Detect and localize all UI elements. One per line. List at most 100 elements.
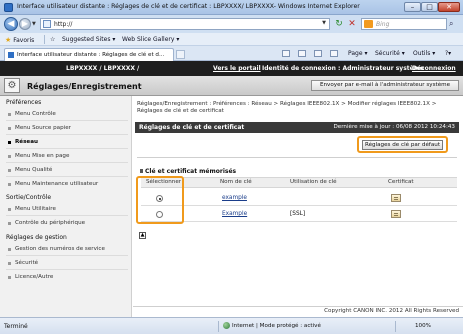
certificate-icon-row-1[interactable] bbox=[391, 194, 401, 202]
sidebar-item-menu-maintenance[interactable]: Menu Maintenance utilisateur bbox=[8, 181, 132, 187]
page-viewport: LBPXXXX / LBPXXXX / Vers le portail Iden… bbox=[0, 61, 463, 317]
sidebar-item-controle-peripherique[interactable]: Contrôle du périphérique bbox=[8, 220, 132, 226]
ie-app-icon bbox=[4, 3, 13, 12]
home-icon[interactable] bbox=[282, 50, 290, 57]
key-usage-row-2: [SSL] bbox=[290, 211, 306, 217]
divider bbox=[6, 176, 128, 177]
print-icon[interactable] bbox=[330, 50, 338, 57]
settings-icon: ⚙ bbox=[4, 78, 20, 93]
sidebar-item-securite[interactable]: Sécurité bbox=[8, 260, 132, 266]
divider bbox=[6, 134, 128, 135]
back-to-top-icon[interactable]: ▲ bbox=[139, 232, 146, 239]
security-menu[interactable]: Sécurité ▾ bbox=[375, 50, 405, 57]
address-row: ◀ ▶ ▼ http:// ▼ ↻ ✕ Bing ⌕ bbox=[0, 15, 463, 33]
divider bbox=[141, 221, 457, 222]
section-title: Réglages/Enregistrement bbox=[27, 82, 142, 91]
separator bbox=[44, 35, 45, 44]
sidebar-group-preferences: Préférences bbox=[6, 99, 42, 106]
zoom-level[interactable]: 100% bbox=[415, 323, 431, 329]
search-icon[interactable]: ⌕ bbox=[449, 19, 453, 29]
page-title-bar: Réglages de clé et de certificat Dernièr… bbox=[135, 122, 459, 133]
status-text: Terminé bbox=[4, 323, 28, 330]
search-placeholder: Bing bbox=[376, 21, 390, 28]
forward-icon[interactable]: ▶ bbox=[19, 18, 31, 30]
divider bbox=[6, 269, 128, 270]
main-content: Réglages/Enregistrement : Préférences : … bbox=[133, 96, 463, 317]
refresh-icon[interactable]: ↻ bbox=[334, 19, 344, 29]
internet-zone-icon bbox=[223, 322, 230, 329]
top-header: LBPXXXX / LBPXXXX / Vers le portail Iden… bbox=[0, 61, 463, 76]
tab-favicon bbox=[8, 52, 14, 58]
favorites-label: Favoris bbox=[13, 37, 35, 44]
key-name-link-row-2[interactable]: Example bbox=[222, 211, 247, 217]
divider bbox=[6, 162, 128, 163]
close-button[interactable]: ✕ bbox=[438, 2, 460, 12]
browser-tab[interactable]: Interface utilisateur distante : Réglage… bbox=[4, 48, 174, 61]
divider bbox=[6, 255, 128, 256]
page-title: Réglages de clé et de certificat bbox=[139, 124, 245, 131]
sidebar-item-menu-source-papier[interactable]: Menu Source papier bbox=[8, 125, 132, 131]
page-menu[interactable]: Page ▾ bbox=[348, 50, 367, 57]
page-menu-label: Page bbox=[348, 50, 363, 57]
favorites-bar: ★ Favoris ☆ Suggested Sites ▾ Web Slice … bbox=[0, 33, 463, 46]
sidebar-item-menu-utilitaire[interactable]: Menu Utilitaire bbox=[8, 206, 132, 212]
divider bbox=[6, 215, 128, 216]
address-dropdown-icon[interactable]: ▼ bbox=[322, 20, 326, 26]
window-titlebar: Interface utilisateur distante : Réglage… bbox=[0, 0, 463, 15]
default-button-highlight: Réglages de clé par défaut bbox=[357, 136, 448, 153]
breadcrumb: Réglages/Enregistrement : Préférences : … bbox=[137, 101, 457, 116]
search-input[interactable]: Bing bbox=[361, 18, 447, 30]
select-column-highlight bbox=[136, 176, 184, 224]
tools-menu[interactable]: Outils ▾ bbox=[413, 50, 435, 57]
help-icon[interactable]: ?▾ bbox=[445, 50, 451, 57]
web-slice-label: Web Slice Gallery bbox=[122, 36, 175, 43]
maximize-button[interactable]: □ bbox=[421, 2, 438, 12]
last-update: Dernière mise à jour : 06/08 2012 10:24:… bbox=[333, 124, 455, 130]
divider bbox=[137, 157, 457, 158]
list-title: Clé et certificat mémorisés bbox=[139, 168, 237, 175]
history-dropdown-icon[interactable]: ▼ bbox=[32, 21, 36, 27]
address-field[interactable]: http:// ▼ bbox=[40, 18, 330, 30]
suggested-sites-link[interactable]: Suggested Sites ▾ bbox=[62, 36, 115, 43]
sidebar-item-reseau[interactable]: Réseau bbox=[8, 139, 132, 145]
address-url[interactable]: http:// bbox=[54, 21, 72, 28]
logout-link[interactable]: Déconnexion bbox=[412, 65, 456, 72]
sidebar-item-licence-autre[interactable]: Licence/Autre bbox=[8, 274, 132, 280]
login-info: Identité de connexion : Administrateur s… bbox=[262, 65, 425, 72]
sidebar-item-numeros-service[interactable]: Gestion des numéros de service bbox=[8, 246, 132, 252]
back-icon[interactable]: ◀ bbox=[4, 17, 18, 31]
web-slice-gallery-link[interactable]: Web Slice Gallery ▾ bbox=[122, 36, 179, 43]
portal-link[interactable]: Vers le portail bbox=[213, 65, 261, 72]
section-header: ⚙ Réglages/Enregistrement Envoyer par e-… bbox=[0, 76, 463, 96]
separator bbox=[218, 321, 219, 332]
column-header-certificate: Certificat bbox=[388, 179, 414, 185]
sidebar-item-menu-qualite[interactable]: Menu Qualité bbox=[8, 167, 132, 173]
sidebar-group-reglages-gestion: Réglages de gestion bbox=[6, 234, 67, 241]
breadcrumb-current: Réglages de clé et de certificat bbox=[137, 108, 224, 115]
new-tab-button[interactable] bbox=[176, 50, 185, 59]
email-admin-button[interactable]: Envoyer par e-mail à l'administrateur sy… bbox=[311, 80, 459, 91]
sidebar-item-menu-controle[interactable]: Menu Contrôle bbox=[8, 111, 132, 117]
favorites-button[interactable]: ★ Favoris bbox=[5, 36, 34, 44]
mail-icon[interactable] bbox=[314, 50, 322, 57]
column-header-key-usage: Utilisation de clé bbox=[290, 179, 337, 185]
sidebar-group-sortie-controle: Sortie/Contrôle bbox=[6, 194, 52, 201]
suggested-sites-label: Suggested Sites bbox=[62, 36, 111, 43]
default-key-settings-button[interactable]: Réglages de clé par défaut bbox=[362, 140, 443, 150]
page-icon bbox=[43, 20, 51, 28]
window-title: Interface utilisateur distante : Réglage… bbox=[17, 3, 360, 10]
feeds-icon[interactable] bbox=[298, 50, 306, 57]
divider bbox=[133, 306, 463, 307]
minimize-button[interactable]: – bbox=[404, 2, 421, 12]
security-zone: Internet | Mode protégé : activé bbox=[232, 323, 321, 329]
sidebar-item-menu-mise-en-page[interactable]: Menu Mise en page bbox=[8, 153, 132, 159]
tab-row: Interface utilisateur distante : Réglage… bbox=[0, 46, 463, 61]
stop-icon[interactable]: ✕ bbox=[347, 19, 357, 29]
product-name: LBPXXXX / LBPXXXX / bbox=[66, 65, 140, 72]
star-icon: ★ bbox=[5, 36, 12, 44]
status-bar: Terminé Internet | Mode protégé : activé… bbox=[0, 317, 463, 334]
certificate-icon-row-2[interactable] bbox=[391, 210, 401, 218]
add-favorite-icon[interactable]: ☆ bbox=[50, 36, 55, 43]
sidebar: Préférences Menu Contrôle Menu Source pa… bbox=[0, 96, 132, 317]
key-name-link-row-1[interactable]: example bbox=[222, 195, 247, 201]
